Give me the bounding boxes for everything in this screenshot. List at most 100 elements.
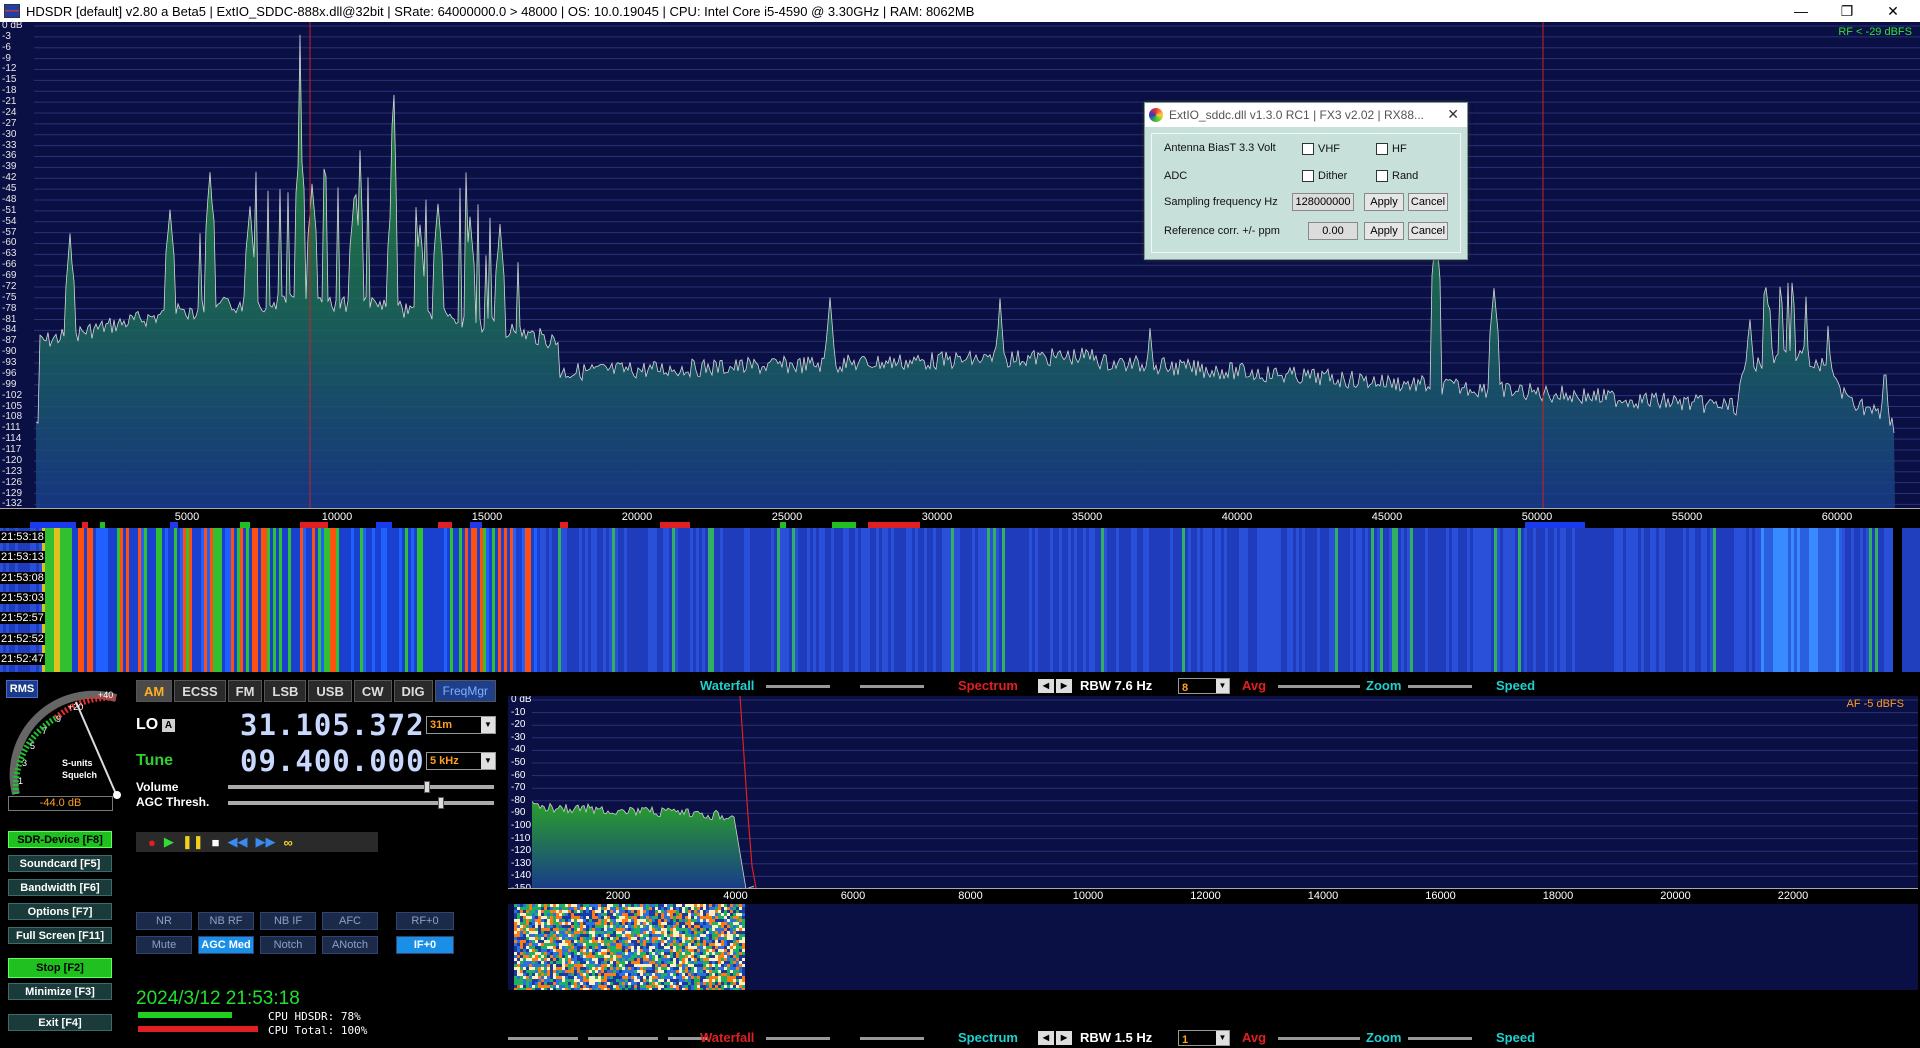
af-avg-select-bottom[interactable]: 1 ▼ [1178, 1030, 1230, 1046]
sampling-apply-button[interactable]: Apply [1364, 193, 1404, 211]
af-waterfall-cell [652, 973, 655, 976]
play-icon[interactable]: ▶ [164, 834, 174, 850]
minimize-button[interactable]: — [1778, 0, 1824, 22]
af-bottom-slider-1[interactable] [508, 1037, 578, 1040]
af-waterfall-cell [742, 979, 745, 982]
af-spectrum[interactable]: 0 dB -10 -20 -30 -40 -50 -60 -70 -80 -90 -100 -110-… [508, 696, 1918, 888]
tune-step-select[interactable]: 5 kHz ▼ [426, 752, 496, 770]
mode-lsb-button[interactable]: LSB [264, 680, 307, 702]
refcorr-field[interactable]: 0.00 [1308, 222, 1358, 240]
rf-waterfall[interactable]: 21:53:18 21:53:13 21:53:08 21:53:03 21:52:57… [0, 528, 1920, 672]
nb-if-button[interactable]: NB IF [260, 912, 316, 930]
exit-button[interactable]: Exit [F4] [8, 1014, 112, 1031]
af-waterfall-cell [571, 919, 574, 922]
af-waterfall-slider-2[interactable] [860, 685, 924, 688]
waterfall-column [1053, 528, 1056, 672]
af-avg-slider-bottom[interactable] [1278, 1037, 1360, 1040]
waterfall-column [819, 528, 822, 672]
options-button[interactable]: Options [F7] [8, 903, 112, 920]
af-avg-slider-top[interactable] [1278, 685, 1360, 688]
af-zoom-slider-top[interactable] [1408, 685, 1472, 688]
sampling-frequency-field[interactable]: 128000000 [1292, 193, 1354, 211]
waterfall-column [702, 528, 705, 672]
waterfall-column [1824, 528, 1827, 672]
chevron-left-icon[interactable]: ◀ [1038, 679, 1054, 693]
nb-rf-button[interactable]: NB RF [198, 912, 254, 930]
mode-ecss-button[interactable]: ECSS [174, 680, 226, 702]
agc-thresh-slider[interactable] [228, 797, 494, 809]
af-avg-select-top[interactable]: 8 ▼ [1178, 678, 1230, 694]
af-bottom-slider-2[interactable] [588, 1037, 658, 1040]
af-bottom-slider-5[interactable] [860, 1037, 924, 1040]
af-waterfall-cell [610, 931, 613, 934]
af-frequency-axis[interactable]: 2000 4000 6000 8000 10000 12000 14000 16000 1800… [508, 888, 1918, 904]
af-waterfall-cell [739, 988, 742, 990]
chevron-left-icon[interactable]: ◀ [1038, 1031, 1054, 1045]
sampling-cancel-button[interactable]: Cancel [1408, 193, 1448, 211]
stop-button[interactable]: Stop [F2] [8, 958, 112, 978]
af-waterfall-cell [679, 964, 682, 967]
af-waterfall-cell [682, 961, 685, 964]
af-waterfall-cell [553, 973, 556, 976]
band-select[interactable]: 31m ▼ [426, 716, 496, 734]
close-button[interactable]: ✕ [1870, 0, 1916, 22]
pause-icon[interactable]: ❚❚ [182, 834, 204, 850]
record-icon[interactable]: ● [148, 835, 156, 850]
lo-frequency[interactable]: 31.105.372 [240, 708, 425, 742]
af-zoom-slider-bottom[interactable] [1408, 1037, 1472, 1040]
minimize-app-button[interactable]: Minimize [F3] [8, 983, 112, 1000]
full-screen-button[interactable]: Full Screen [F11] [8, 927, 112, 944]
vhf-checkbox[interactable] [1302, 143, 1314, 155]
soundcard-button[interactable]: Soundcard [F5] [8, 855, 112, 872]
af-bottom-slider-4[interactable] [766, 1037, 830, 1040]
af-waterfall-cell [547, 904, 550, 907]
rand-checkbox[interactable] [1376, 170, 1388, 182]
notch-button[interactable]: Notch [260, 936, 316, 954]
agc-med-button[interactable]: AGC Med [198, 936, 254, 954]
af-waterfall-cell [667, 925, 670, 928]
dither-checkbox[interactable] [1302, 170, 1314, 182]
sdr-device-button[interactable]: SDR-Device [F8] [8, 831, 112, 848]
chevron-right-icon[interactable]: ▶ [1056, 679, 1072, 693]
anotch-button[interactable]: ANotch [322, 936, 378, 954]
bandwidth-button[interactable]: Bandwidth [F6] [8, 879, 112, 896]
nr-button[interactable]: NR [136, 912, 192, 930]
af-waterfall-slider-1[interactable] [766, 685, 830, 688]
loop-icon[interactable]: ∞ [284, 835, 293, 850]
stop-icon[interactable]: ■ [212, 835, 220, 850]
restore-button[interactable]: ❐ [1824, 0, 1870, 22]
tune-frequency[interactable]: 09.400.000 [240, 744, 425, 778]
volume-slider-thumb[interactable] [424, 781, 430, 793]
hf-checkbox[interactable] [1376, 143, 1388, 155]
rewind-icon[interactable]: ◀◀ [228, 834, 248, 850]
freqmgr-button[interactable]: FreqMgr [434, 680, 496, 702]
fast-forward-icon[interactable]: ▶▶ [256, 834, 276, 850]
chevron-right-icon[interactable]: ▶ [1056, 1031, 1072, 1045]
rf-spectrum[interactable]: 0 dB -3 -6 -9 -12 -15 -18 -21 -24 -27 -30 -33 -36 -39… [0, 22, 1920, 508]
mode-am-button[interactable]: AM [136, 680, 173, 702]
af-waterfall-cell [604, 964, 607, 967]
if-gain-button[interactable]: IF+0 [396, 936, 454, 954]
refcorr-apply-button[interactable]: Apply [1364, 222, 1404, 240]
mode-fm-button[interactable]: FM [227, 680, 263, 702]
dialog-title-bar[interactable]: ExtIO_sddc.dll v1.3.0 RC1 | FX3 v2.02 | … [1145, 103, 1467, 127]
rms-button[interactable]: RMS [6, 680, 38, 698]
af-waterfall-cell [700, 907, 703, 910]
agc-thresh-slider-thumb[interactable] [438, 797, 444, 809]
af-waterfall-cell [739, 949, 742, 952]
afc-button[interactable]: AFC [322, 912, 378, 930]
refcorr-cancel-button[interactable]: Cancel [1408, 222, 1448, 240]
af-waterfall-cell [598, 919, 601, 922]
mode-dig-button[interactable]: DIG [393, 680, 433, 702]
lo-a-badge[interactable]: A [162, 719, 175, 732]
close-icon[interactable]: ✕ [1447, 106, 1459, 123]
mute-button[interactable]: Mute [136, 936, 192, 954]
af-waterfall-cell [577, 925, 580, 928]
af-waterfall-cell [550, 970, 553, 973]
af-waterfall[interactable] [508, 904, 1918, 990]
mode-usb-button[interactable]: USB [308, 680, 352, 702]
af-waterfall-cell [568, 934, 571, 937]
mode-cw-button[interactable]: CW [353, 680, 392, 702]
volume-slider[interactable] [228, 781, 494, 793]
rf-gain-button[interactable]: RF+0 [396, 912, 454, 930]
